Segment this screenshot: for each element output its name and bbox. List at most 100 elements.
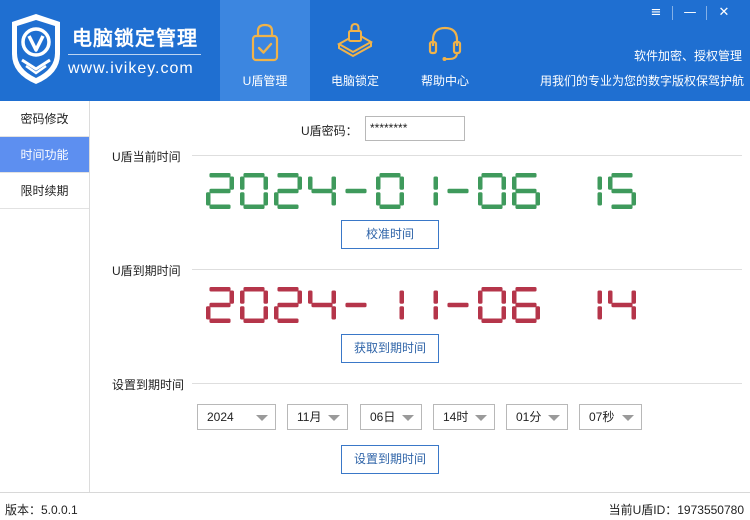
digit-segment xyxy=(433,176,438,190)
digit-segment xyxy=(277,204,299,209)
digit-segment xyxy=(277,188,299,194)
digit-segment xyxy=(515,188,537,194)
digit-segment xyxy=(376,176,381,190)
digit-segment xyxy=(229,176,234,190)
day-select[interactable]: 06日 xyxy=(360,404,422,430)
digit-segment xyxy=(597,290,602,304)
sidebar: 密码修改 时间功能 限时续期 xyxy=(0,101,90,492)
digit-segment xyxy=(515,318,537,323)
digit-segment xyxy=(631,290,636,304)
expiry-time-display xyxy=(206,287,636,323)
laptop-lock-icon xyxy=(336,22,374,58)
digit-segment xyxy=(206,192,211,206)
digit-segment xyxy=(311,188,333,194)
digit-segment xyxy=(274,192,279,206)
digit-segment xyxy=(240,192,245,206)
digit-segment xyxy=(433,306,438,320)
status-bar: 版本：5.0.0.1 当前U盾ID：1973550780 xyxy=(0,492,750,520)
window-control-divider xyxy=(706,6,707,20)
digit-segment xyxy=(481,173,503,178)
year-select[interactable]: 2024 xyxy=(197,404,276,430)
chevron-down-icon xyxy=(328,415,340,421)
password-field[interactable]: ******** xyxy=(365,116,465,141)
digit-segment xyxy=(209,173,231,178)
digit-segment xyxy=(478,176,483,190)
digit-segment xyxy=(515,287,537,292)
tab-label: U盾管理 xyxy=(242,74,288,88)
set-expiry-time-button[interactable]: 设置到期时间 xyxy=(341,445,439,474)
digit-segment xyxy=(433,290,438,304)
digit-segment xyxy=(481,318,503,323)
tab-help-center[interactable]: 帮助中心 xyxy=(400,0,490,101)
section-divider xyxy=(192,155,742,156)
get-expiry-time-button[interactable]: 获取到期时间 xyxy=(341,334,439,363)
digit-segment xyxy=(263,192,268,206)
digit-segment xyxy=(263,306,268,320)
digit-segment xyxy=(209,302,231,308)
digit-segment xyxy=(501,290,506,304)
month-value: 11月 xyxy=(297,410,322,424)
digit-segment xyxy=(597,176,602,190)
digit-segment xyxy=(243,204,265,209)
set-expiry-title: 设置到期时间 xyxy=(112,378,185,392)
headset-icon xyxy=(428,26,462,61)
brand-url: www.ivikey.com xyxy=(68,60,194,77)
digit-segment xyxy=(376,192,381,206)
slogan-line-1: 软件加密、授权管理 xyxy=(633,49,742,63)
digit-segment xyxy=(608,290,613,304)
minimize-button[interactable]: — xyxy=(675,0,705,26)
digit-segment xyxy=(481,287,503,292)
digit-segment xyxy=(331,290,336,304)
digit-segment xyxy=(515,302,537,308)
chevron-down-icon xyxy=(475,415,487,421)
digit-segment xyxy=(311,302,333,308)
shield-lock-icon xyxy=(251,23,279,62)
digit-segment xyxy=(611,204,633,209)
digit-segment xyxy=(512,176,517,190)
digit-segment xyxy=(277,173,299,178)
minute-select[interactable]: 01分 xyxy=(506,404,568,430)
sidebar-item-renewal[interactable]: 限时续期 xyxy=(0,173,89,209)
calibrate-time-button[interactable]: 校准时间 xyxy=(341,220,439,249)
day-value: 06日 xyxy=(370,410,396,424)
digit-segment xyxy=(308,176,313,190)
digit-segment xyxy=(331,306,336,320)
device-id-label: 当前U盾ID：1973550780 xyxy=(608,503,744,517)
digit-segment xyxy=(631,192,636,206)
digit-segment xyxy=(297,290,302,304)
digit-segment xyxy=(240,306,245,320)
year-value: 2024 xyxy=(207,410,234,424)
digit-segment xyxy=(512,192,517,206)
digit-segment xyxy=(478,192,483,206)
digit-segment xyxy=(611,173,633,178)
sidebar-item-time-function[interactable]: 时间功能 xyxy=(0,137,89,173)
digit-segment xyxy=(597,192,602,206)
expiry-time-title: U盾到期时间 xyxy=(112,264,181,278)
digit-segment xyxy=(331,176,336,190)
digit-segment xyxy=(240,176,245,190)
chevron-down-icon xyxy=(622,415,634,421)
tab-computer-lock[interactable]: 电脑锁定 xyxy=(310,0,400,101)
digit-segment xyxy=(331,192,336,206)
digit-segment xyxy=(240,290,245,304)
digit-segment xyxy=(345,302,367,308)
tab-u-key-management[interactable]: U盾管理 xyxy=(220,0,310,101)
month-select[interactable]: 11月 xyxy=(287,404,348,430)
chevron-down-icon xyxy=(548,415,560,421)
second-select[interactable]: 07秒 xyxy=(579,404,642,430)
digit-segment xyxy=(447,188,469,194)
second-value: 07秒 xyxy=(589,410,615,424)
digit-segment xyxy=(379,173,401,178)
digit-segment xyxy=(535,306,540,320)
password-label: U盾密码： xyxy=(301,124,358,138)
digit-segment xyxy=(277,318,299,323)
digit-segment xyxy=(501,192,506,206)
hour-select[interactable]: 14时 xyxy=(433,404,495,430)
digit-segment xyxy=(379,204,401,209)
digit-segment xyxy=(512,290,517,304)
digit-segment xyxy=(399,290,404,304)
sidebar-item-change-password[interactable]: 密码修改 xyxy=(0,101,89,137)
menu-button[interactable]: ≡ xyxy=(641,0,671,26)
close-button[interactable]: ✕ xyxy=(709,0,739,26)
digit-segment xyxy=(481,204,503,209)
